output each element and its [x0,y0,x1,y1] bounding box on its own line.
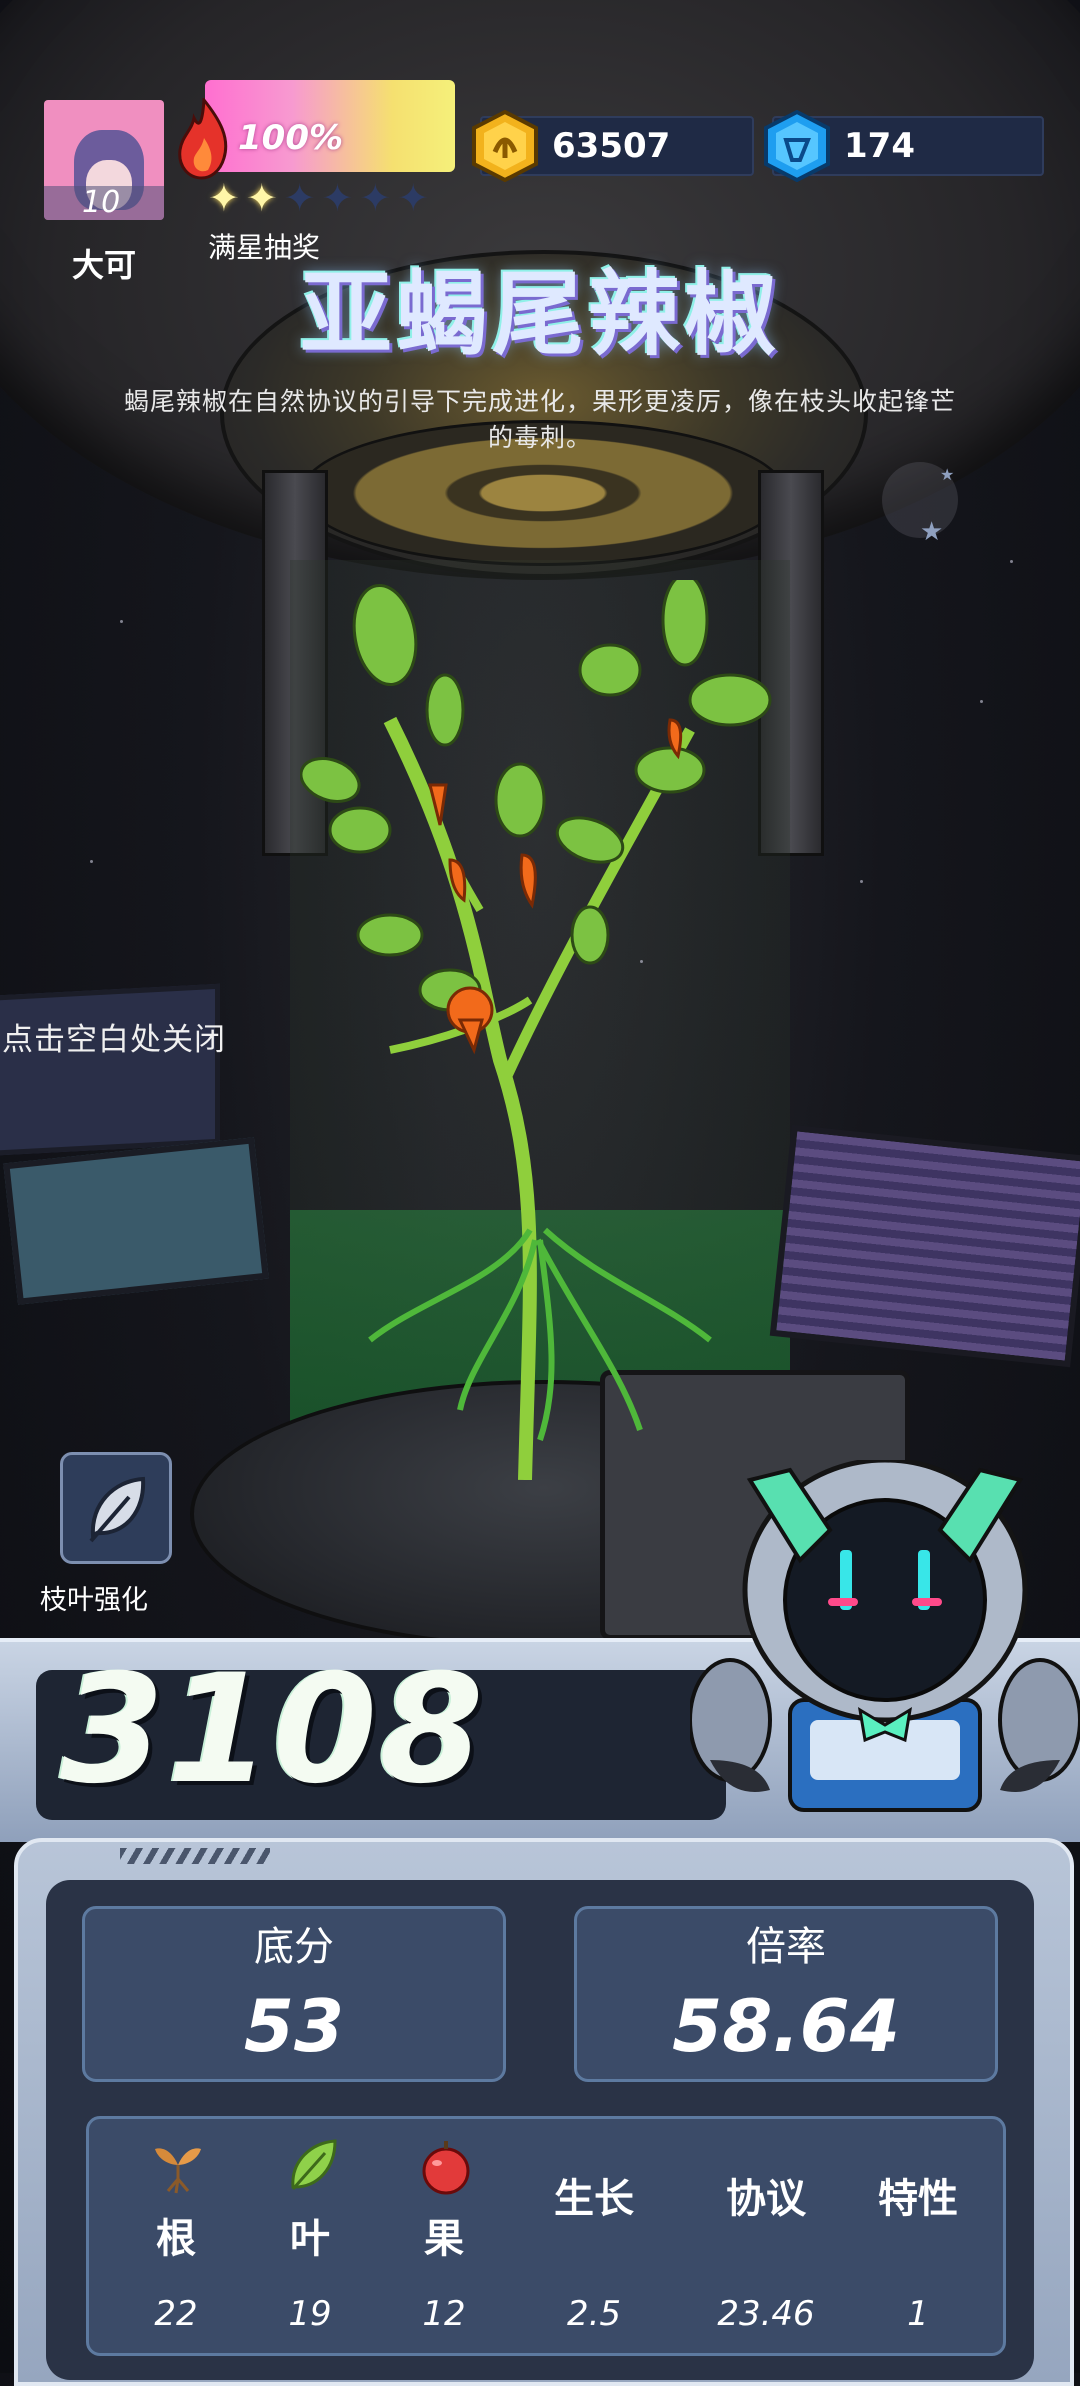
robot-mascot [690,1460,1080,1812]
base-score-card: 底分 53 [82,1906,506,2082]
pepper-plant-illustration [300,580,772,1480]
close-hint: 点击空白处关闭 [2,1022,226,1058]
attr-label: 生长 [554,2176,634,2222]
attribute-table: 根 22 叶 19 果 12 生长 2.5 协议 23.46 特性 1 [86,2116,1006,2356]
attr-value: 22 [154,2294,198,2334]
leaf-enhance-button[interactable] [60,1452,172,1564]
coin-amount: 63507 [552,126,671,166]
attr-value: 12 [422,2294,466,2334]
gem-counter[interactable]: 174 [764,110,1044,182]
player-avatar[interactable]: 10 [44,100,164,220]
star-icon-filled: ✦ [208,176,240,220]
gem-amount: 174 [844,126,915,166]
left-monitor [0,983,220,1157]
coin-counter[interactable]: 63507 [472,110,754,182]
leaf-icon [89,1476,146,1543]
right-monitor [769,1124,1080,1368]
panel-stripes [120,1848,270,1864]
attr-label: 叶 [290,2216,330,2262]
attr-value: 19 [288,2294,332,2334]
coin-icon [472,110,538,182]
attr-label: 根 [156,2216,196,2262]
svg-text:★: ★ [940,465,954,484]
attr-label: 果 [424,2216,464,2262]
star-rating: ✦ ✦ ✦ ✦ ✦ ✦ [208,178,429,218]
base-score-value: 53 [243,1984,345,2068]
attr-value: 1 [907,2294,929,2334]
leaf-icon [291,2139,337,2190]
total-score: 3108 [60,1643,486,1817]
left-terminal [3,1137,269,1305]
attr-value: 23.46 [717,2294,815,2334]
multiplier-card: 倍率 58.64 [574,1906,998,2082]
star-icon-empty: ✦ [283,176,316,220]
star-icon-empty: ✦ [397,176,430,220]
energy-percent: 100% [238,118,344,158]
attr-value: 2.5 [566,2294,622,2334]
attr-label: 协议 [726,2176,806,2222]
gem-icon [764,110,830,182]
plant-description: 蝎尾辣椒在自然协议的引导下完成进化，果形更凌厉，像在枝头收起锋芒 的毒刺。 [80,384,1000,456]
sprout-icon [155,2148,201,2194]
description-line: 的毒刺。 [487,423,592,452]
star-icon-filled: ✦ [245,176,278,220]
description-line: 蝎尾辣椒在自然协议的引导下完成进化，果形更凌厉，像在枝头收起锋芒 [123,387,956,416]
multiplier-value: 58.64 [672,1984,900,2068]
fire-icon [178,98,228,180]
svg-text:★: ★ [920,517,943,547]
base-score-label: 底分 [254,1924,334,1970]
leaf-enhance-label: 枝叶强化 [40,1585,148,1616]
star-icon-empty: ✦ [359,176,392,220]
plant-title: 亚蝎尾辣椒 [299,261,780,368]
player-level: 10 [44,186,164,220]
multiplier-label: 倍率 [746,1924,826,1970]
attr-label: 特性 [878,2176,958,2222]
star-icon-empty: ✦ [321,176,354,220]
sparkle-orb-icon: ★ ★ [882,462,958,547]
apple-icon [422,2141,470,2195]
